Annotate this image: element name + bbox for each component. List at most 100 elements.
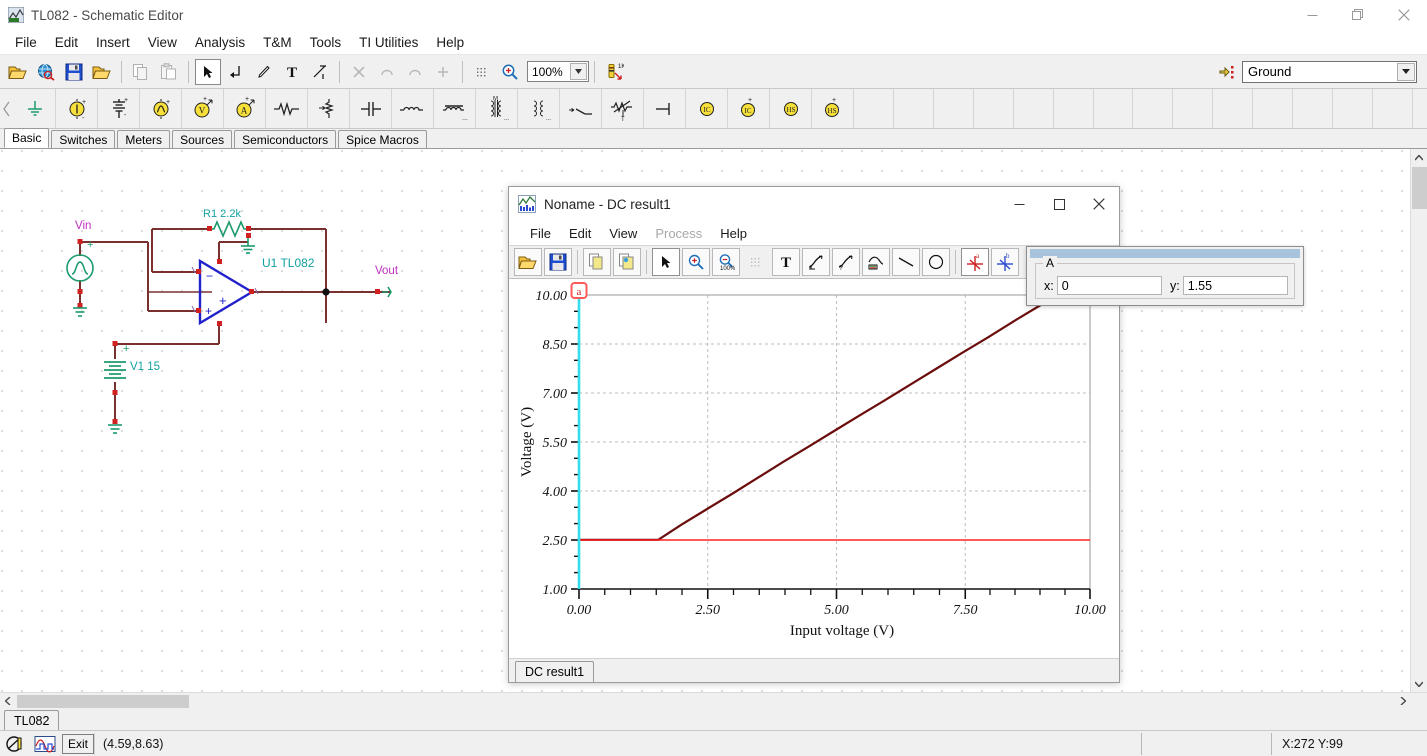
potentiometer-symbol[interactable] — [308, 89, 350, 128]
tab-meters[interactable]: Meters — [117, 130, 171, 148]
zoom-in-icon[interactable] — [497, 59, 523, 85]
delete-icon[interactable] — [346, 59, 372, 85]
save-icon[interactable] — [61, 59, 87, 85]
zoom-in-icon[interactable] — [682, 248, 710, 276]
tab-basic[interactable]: Basic — [4, 128, 50, 148]
coupled-inductor-symbol[interactable]: ... — [518, 89, 560, 128]
ic-plus-symbol[interactable]: IC + — [728, 89, 770, 128]
rotate-icon[interactable] — [307, 59, 333, 85]
curve-query-icon[interactable]: ? — [832, 248, 860, 276]
save-icon[interactable] — [544, 248, 572, 276]
dc-menu-file[interactable]: File — [521, 224, 560, 243]
cursor-a-icon[interactable]: a — [961, 248, 989, 276]
inductor-symbol[interactable] — [392, 89, 434, 128]
capacitor-symbol[interactable] — [350, 89, 392, 128]
resistor-symbol[interactable] — [266, 89, 308, 128]
palette-scroll-right[interactable] — [1413, 89, 1427, 128]
thermistor-symbol[interactable]: T — [602, 89, 644, 128]
chevron-down-icon[interactable] — [1397, 62, 1415, 81]
dc-maximize-button[interactable] — [1039, 187, 1079, 221]
select-arrow-icon[interactable] — [195, 58, 221, 85]
zoom-100-icon[interactable]: 100% — [712, 248, 740, 276]
cursor-b-icon[interactable]: b — [991, 248, 1019, 276]
scroll-left-icon[interactable] — [0, 693, 16, 709]
simulate-icon[interactable] — [3, 733, 29, 755]
horizontal-scroll-thumb[interactable] — [17, 695, 189, 708]
cursor-x-input[interactable]: 0 — [1056, 276, 1162, 295]
exit-button[interactable]: Exit — [62, 733, 95, 754]
curve-measure-icon[interactable] — [862, 248, 890, 276]
tab-switches[interactable]: Switches — [51, 130, 116, 148]
line-icon[interactable] — [892, 248, 920, 276]
component-selector-combobox[interactable]: Ground — [1242, 60, 1417, 83]
dc-menu-view[interactable]: View — [600, 224, 646, 243]
tab-sources[interactable]: Sources — [172, 130, 233, 148]
move-icon[interactable] — [223, 59, 249, 85]
menu-analysis[interactable]: Analysis — [186, 32, 254, 53]
open-file-icon[interactable] — [89, 59, 115, 85]
transformer-symbol[interactable]: M... — [476, 89, 518, 128]
cursor-a-handle[interactable]: a — [570, 282, 588, 299]
close-button[interactable] — [1381, 0, 1427, 30]
ammeter-symbol[interactable]: A + — [224, 89, 266, 128]
dc-result-tab-1[interactable]: DC result1 — [515, 661, 595, 682]
select-arrow-icon[interactable] — [652, 248, 680, 276]
dc-close-button[interactable] — [1079, 187, 1119, 221]
curve-fit-icon[interactable] — [802, 248, 830, 276]
paste-image-icon[interactable] — [613, 248, 641, 276]
dc-plot-area[interactable]: 10.00 8.50 7.00 5.50 4.00 2.50 1.00 0.00… — [509, 279, 1119, 658]
web-search-icon[interactable] — [33, 59, 59, 85]
signal-generator-symbol[interactable]: + — [140, 89, 182, 128]
scroll-right-icon[interactable] — [1395, 693, 1411, 709]
maximize-restore-button[interactable] — [1335, 0, 1381, 30]
scroll-up-icon[interactable] — [1411, 149, 1427, 166]
menu-view[interactable]: View — [139, 32, 186, 53]
copy-icon[interactable] — [583, 248, 611, 276]
ellipse-icon[interactable] — [922, 248, 950, 276]
component-picker-icon[interactable] — [1215, 59, 1241, 85]
menu-edit[interactable]: Edit — [46, 32, 87, 53]
pencil-wire-icon[interactable] — [251, 59, 277, 85]
document-tab-tl082[interactable]: TL082 — [4, 710, 60, 730]
chevron-left-icon[interactable] — [0, 89, 14, 128]
text-icon[interactable]: T — [279, 59, 305, 85]
canvas-vertical-scrollbar[interactable] — [1410, 149, 1427, 692]
menu-tools[interactable]: Tools — [301, 32, 351, 53]
undo-icon[interactable] — [374, 59, 400, 85]
zoom-level-combobox[interactable]: 100% — [527, 61, 589, 82]
chevron-down-icon[interactable] — [570, 63, 587, 80]
voltmeter-symbol[interactable]: V + — [182, 89, 224, 128]
tab-semiconductors[interactable]: Semiconductors — [234, 130, 337, 148]
tab-spice-macros[interactable]: Spice Macros — [338, 130, 427, 148]
hs-symbol[interactable]: HS — [770, 89, 812, 128]
switch-symbol[interactable] — [560, 89, 602, 128]
resistor-1k-icon[interactable]: 1K — [601, 59, 627, 85]
terminal-symbol[interactable] — [644, 89, 686, 128]
ground-symbol[interactable] — [14, 89, 56, 128]
core-inductor-symbol[interactable]: ... — [434, 89, 476, 128]
dc-minimize-button[interactable] — [999, 187, 1039, 221]
dc-menu-edit[interactable]: Edit — [560, 224, 600, 243]
cursor-y-input[interactable]: 1.55 — [1182, 276, 1288, 295]
menu-ti-utilities[interactable]: TI Utilities — [350, 32, 427, 53]
open-project-icon[interactable] — [5, 59, 31, 85]
ic-symbol[interactable]: IC — [686, 89, 728, 128]
menu-help[interactable]: Help — [427, 32, 473, 53]
grid-icon[interactable] — [469, 59, 495, 85]
menu-file[interactable]: File — [6, 32, 46, 53]
menu-insert[interactable]: Insert — [87, 32, 139, 53]
paste-icon[interactable] — [156, 59, 182, 85]
cursor-panel-titlebar[interactable] — [1030, 249, 1300, 258]
add-icon[interactable] — [430, 59, 456, 85]
copy-icon[interactable] — [128, 59, 154, 85]
menu-tm[interactable]: T&M — [254, 32, 301, 53]
current-source-symbol[interactable]: + - — [56, 89, 98, 128]
battery-symbol[interactable]: + - — [98, 89, 140, 128]
scroll-down-icon[interactable] — [1411, 675, 1427, 692]
cursor-coordinate-panel[interactable]: A x: 0 y: 1.55 — [1026, 246, 1304, 306]
hs-plus-symbol[interactable]: HS + — [812, 89, 854, 128]
redo-icon[interactable] — [402, 59, 428, 85]
waveform-icon[interactable] — [32, 733, 58, 755]
dc-menu-help[interactable]: Help — [711, 224, 756, 243]
canvas-horizontal-scrollbar[interactable] — [0, 692, 1427, 708]
